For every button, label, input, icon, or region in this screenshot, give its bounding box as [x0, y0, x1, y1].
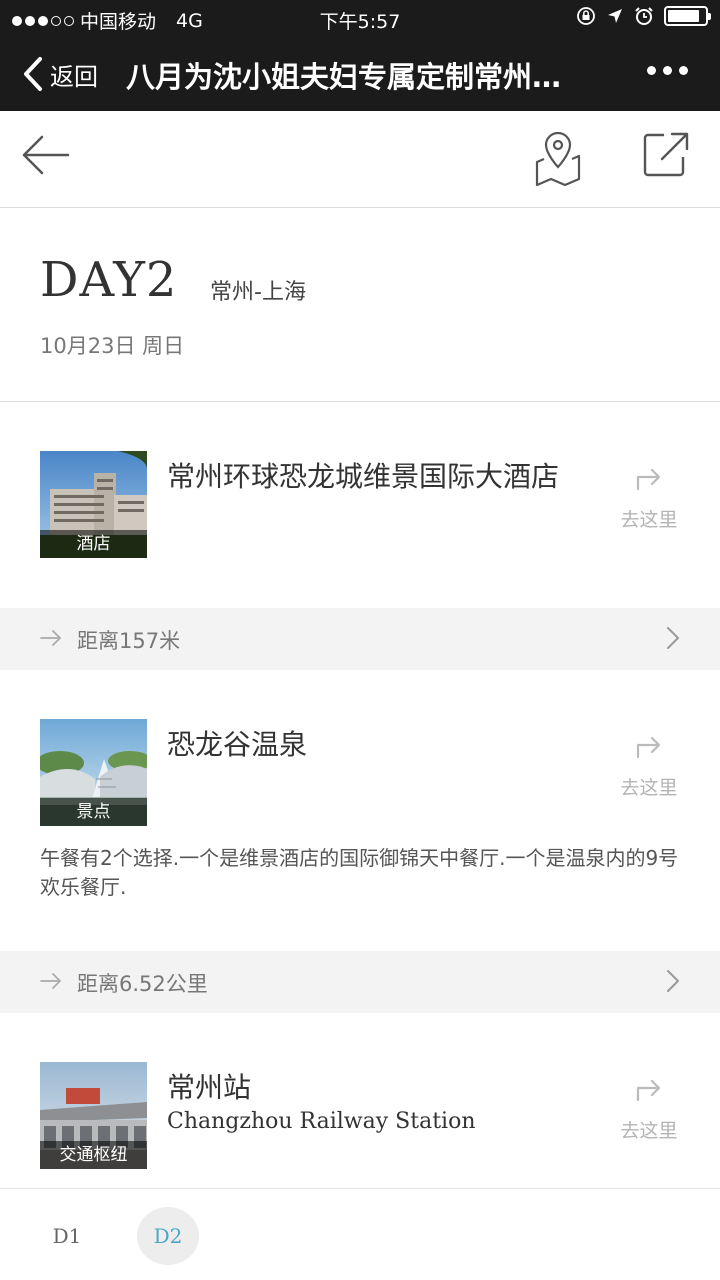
location-arrow-icon: [608, 9, 622, 23]
navigate-button[interactable]: 去这里: [614, 1076, 684, 1143]
distance-row[interactable]: 距离6.52公里: [0, 951, 720, 1013]
navigate-button[interactable]: 去这里: [614, 733, 684, 800]
back-button[interactable]: [20, 133, 72, 181]
nav-back-label: 返回: [50, 62, 98, 91]
arrow-left-icon: [22, 135, 70, 175]
distance-text: 距离6.52公里: [77, 972, 208, 996]
navigate-label: 去这里: [620, 509, 678, 531]
page-title: 八月为沈小姐夫妇专属定制常州…: [126, 60, 562, 94]
chevron-right-icon: [667, 970, 679, 992]
day-header: DAY2 常州-上海 10月23日 周日: [0, 208, 720, 402]
chevron-left-icon: [24, 57, 42, 91]
share-icon: [643, 132, 689, 177]
tab-day-2[interactable]: D2: [137, 1207, 199, 1265]
distance-row[interactable]: 距离157米: [0, 608, 720, 670]
top-bar: 中国移动 4G 下午5:57 返回 八月为沈小姐夫妇专属定制常州…: [0, 0, 720, 111]
turn-arrow-icon: [636, 468, 661, 491]
day-route: 常州-上海: [210, 280, 306, 305]
chevron-right-icon: [667, 627, 679, 649]
turn-arrow-icon: [636, 1079, 661, 1102]
turn-arrow-icon: [636, 736, 661, 759]
poi-name: 常州站: [167, 1071, 252, 1104]
rotation-lock-icon: [577, 7, 595, 25]
poi-thumbnail: 交通枢纽: [40, 1062, 147, 1169]
alarm-icon: [635, 7, 653, 25]
arrow-right-icon: [40, 630, 61, 646]
poi-thumbnail: 景点: [40, 719, 147, 826]
distance-text: 距离157米: [77, 629, 181, 653]
tab-day-1[interactable]: D1: [36, 1207, 98, 1265]
poi-name: 恐龙谷温泉: [167, 728, 308, 761]
poi-card-attraction[interactable]: 景点 恐龙谷温泉 去这里 午餐有2个选择.一个是维景酒店的国际御锦天中餐厅.一个…: [0, 670, 720, 951]
map-button[interactable]: [534, 129, 582, 193]
poi-card-hotel[interactable]: 酒店 常州环球恐龙城维景国际大酒店 去这里: [0, 403, 720, 608]
poi-tag: 景点: [40, 798, 147, 826]
navigate-label: 去这里: [620, 1120, 678, 1142]
poi-thumbnail: 酒店: [40, 451, 147, 558]
itinerary-toolbar: [0, 111, 720, 208]
battery-icon: [664, 6, 711, 26]
more-options-button[interactable]: [647, 66, 688, 75]
status-bar: 中国移动 4G 下午5:57: [0, 0, 720, 36]
poi-tag: 交通枢纽: [40, 1141, 147, 1169]
share-button[interactable]: [642, 131, 690, 183]
poi-description: 午餐有2个选择.一个是维景酒店的国际御锦天中餐厅.一个是温泉内的9号欢乐餐厅.: [40, 846, 679, 899]
poi-card-transport[interactable]: 交通枢纽 常州站 Changzhou Railway Station 去这里: [0, 1013, 720, 1188]
navigate-label: 去这里: [620, 777, 678, 799]
day-tabs: D1 D2: [0, 1188, 720, 1280]
wechat-nav-bar: 返回 八月为沈小姐夫妇专属定制常州…: [0, 40, 720, 110]
map-pin-icon: [535, 131, 581, 187]
poi-subtitle: Changzhou Railway Station: [167, 1109, 476, 1134]
poi-tag: 酒店: [40, 530, 147, 558]
poi-name: 常州环球恐龙城维景国际大酒店: [167, 460, 560, 493]
arrow-right-icon: [40, 973, 61, 989]
battery-fill: [668, 10, 699, 22]
navigate-button[interactable]: 去这里: [614, 465, 684, 532]
nav-back-button[interactable]: 返回: [22, 56, 98, 92]
day-title: DAY2: [40, 252, 178, 308]
day-date: 10月23日 周日: [40, 334, 185, 358]
